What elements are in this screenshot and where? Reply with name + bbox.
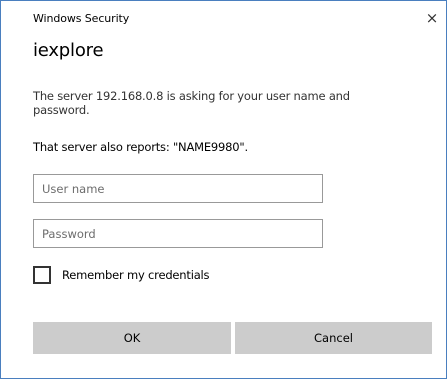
server-report: That server also reports: "NAME9980". — [33, 140, 248, 154]
window-title: Windows Security — [33, 12, 130, 25]
title-bar: Windows Security × — [1, 1, 446, 33]
cancel-button[interactable]: Cancel — [235, 322, 432, 354]
username-field[interactable] — [33, 174, 323, 203]
close-icon: × — [425, 9, 439, 27]
password-field[interactable] — [33, 219, 323, 248]
ok-button[interactable]: OK — [33, 322, 231, 354]
remember-credentials-row[interactable]: Remember my credentials — [33, 265, 210, 285]
close-button[interactable]: × — [419, 5, 445, 31]
remember-credentials-checkbox[interactable] — [33, 266, 51, 284]
credentials-dialog: Windows Security × iexplore The server 1… — [0, 0, 447, 379]
server-message: The server 192.168.0.8 is asking for you… — [33, 89, 350, 117]
remember-credentials-label: Remember my credentials — [62, 268, 210, 282]
app-name-heading: iexplore — [33, 40, 104, 61]
